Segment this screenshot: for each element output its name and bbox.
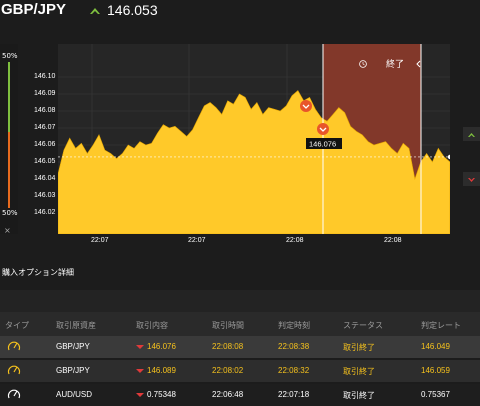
judge-cell: 22:07:18 (278, 390, 310, 399)
down-triangle-icon (136, 369, 144, 373)
status-cell: 取引終了 (343, 391, 375, 400)
judge-cell: 22:08:32 (278, 366, 310, 375)
down-triangle-icon (136, 345, 144, 349)
status-cell: 取引終了 (343, 367, 375, 376)
column-header: 判定レート (421, 321, 461, 330)
y-tick-label: 146.09 (34, 90, 56, 97)
rate-cell: 146.049 (421, 342, 450, 351)
close-icon[interactable]: × (4, 226, 11, 235)
table-row[interactable]: AUD/USD 0.75348 22:06:48 22:07:18 取引終了 0… (0, 384, 480, 406)
rate-cell: 146.059 (421, 366, 450, 375)
gauge-icon (7, 341, 21, 351)
asset-cell: AUD/USD (56, 390, 93, 399)
low-button[interactable] (463, 172, 480, 186)
column-header: 取引内容 (136, 321, 168, 330)
table-row[interactable]: GBP/JPY 146.076 22:08:08 22:08:38 取引終了 1… (0, 336, 480, 358)
x-tick-label: 22:07 (188, 237, 206, 244)
y-tick-label: 146.06 (34, 141, 56, 148)
price-chart: 終了 146.076 (58, 44, 450, 234)
section-divider (0, 290, 480, 312)
content-cell: 0.75348 (147, 390, 176, 399)
x-tick-label: 22:08 (286, 237, 304, 244)
up-arrow-icon (468, 133, 475, 137)
column-header: タイプ (5, 321, 29, 330)
high-ratio-bar (8, 62, 10, 132)
table-header: タイプ 取引原資産 取引内容 取引時間 判定時刻 ステータス 判定レート (0, 312, 480, 336)
up-arrow-icon (90, 8, 100, 14)
time-cell: 22:06:48 (212, 390, 244, 399)
high-button[interactable] (463, 127, 480, 141)
y-tick-label: 146.05 (34, 158, 56, 165)
y-tick-label: 146.03 (34, 192, 56, 199)
asset-cell: GBP/JPY (56, 342, 90, 351)
y-tick-label: 146.07 (34, 124, 56, 131)
time-cell: 22:08:02 (212, 366, 244, 375)
right-panel (455, 44, 480, 254)
status-cell: 取引終了 (343, 343, 375, 352)
x-tick-label: 22:07 (91, 237, 109, 244)
gauge-icon (7, 389, 21, 399)
payout-high-percent: 50% (2, 52, 18, 60)
x-tick-label: 22:08 (384, 237, 402, 244)
time-cell: 22:08:08 (212, 342, 244, 351)
rate-cell: 0.75367 (421, 390, 450, 399)
content-cell: 146.089 (147, 366, 176, 375)
judge-cell: 22:08:38 (278, 342, 310, 351)
marker-price-label: 146.076 (309, 140, 336, 149)
y-tick-label: 146.08 (34, 107, 56, 114)
down-marker (300, 100, 312, 112)
table-row[interactable]: GBP/JPY 146.089 22:08:02 22:08:32 取引終了 1… (0, 360, 480, 382)
column-header: ステータス (343, 321, 383, 330)
down-triangle-icon (136, 393, 144, 397)
y-tick-label: 146.02 (34, 209, 56, 216)
low-ratio-bar (8, 132, 10, 208)
down-arrow-icon (468, 178, 475, 182)
asset-cell: GBP/JPY (56, 366, 90, 375)
column-header: 取引原資産 (56, 321, 96, 330)
content-cell: 146.076 (147, 342, 176, 351)
gauge-icon (7, 365, 21, 375)
current-price-dot (447, 154, 450, 160)
current-price: 146.053 (107, 2, 158, 18)
y-tick-label: 146.04 (34, 175, 56, 182)
header: GBP/JPY 146.053 (0, 0, 480, 36)
section-title: 購入オプション詳細 (0, 262, 480, 288)
down-marker (317, 123, 329, 135)
currency-pair-title: GBP/JPY (1, 1, 67, 18)
column-header: 取引時間 (212, 321, 244, 330)
column-header: 判定時刻 (278, 321, 310, 330)
end-label: 終了 (386, 58, 404, 70)
y-tick-label: 146.10 (34, 73, 56, 80)
payout-low-percent: 50% (2, 209, 18, 217)
